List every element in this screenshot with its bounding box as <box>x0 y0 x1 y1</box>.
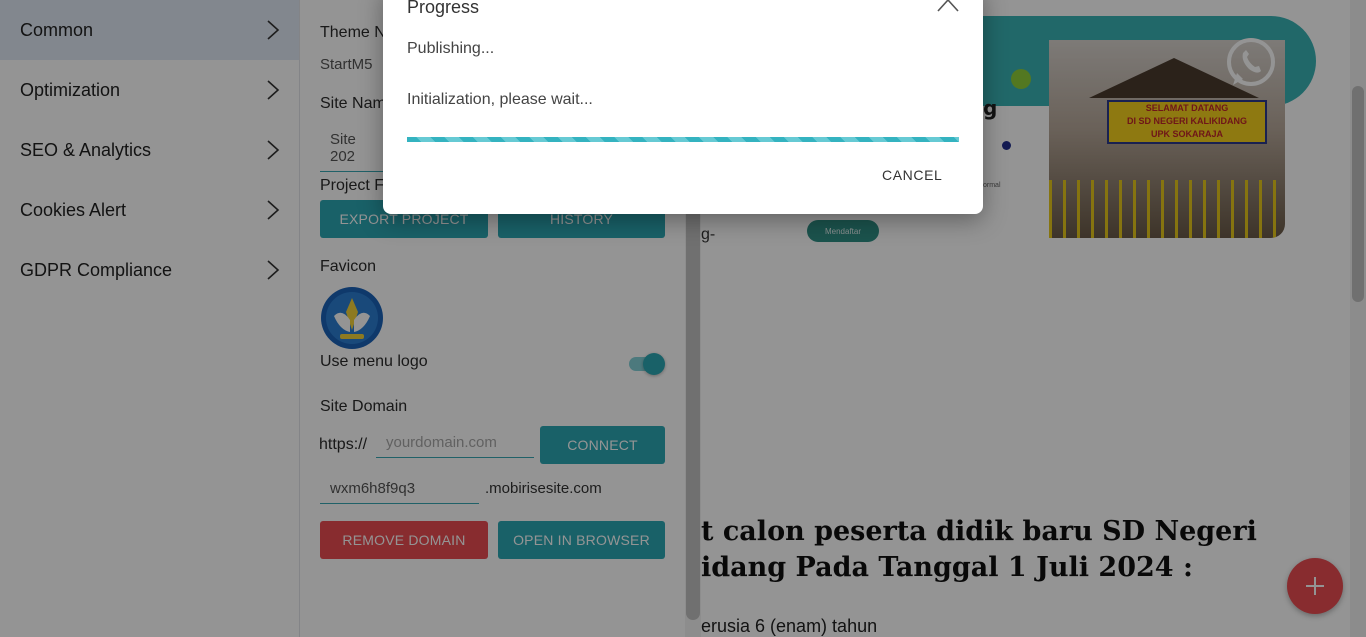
dialog-title: Progress <box>407 0 480 17</box>
progress-bar <box>407 137 959 142</box>
progress-dialog: Progress Publishing... Initialization, p… <box>383 0 983 214</box>
cancel-button[interactable]: CANCEL <box>882 167 942 183</box>
progress-message: Initialization, please wait... <box>407 91 593 108</box>
publish-status: Publishing... <box>407 40 495 57</box>
close-icon[interactable] <box>936 0 960 12</box>
